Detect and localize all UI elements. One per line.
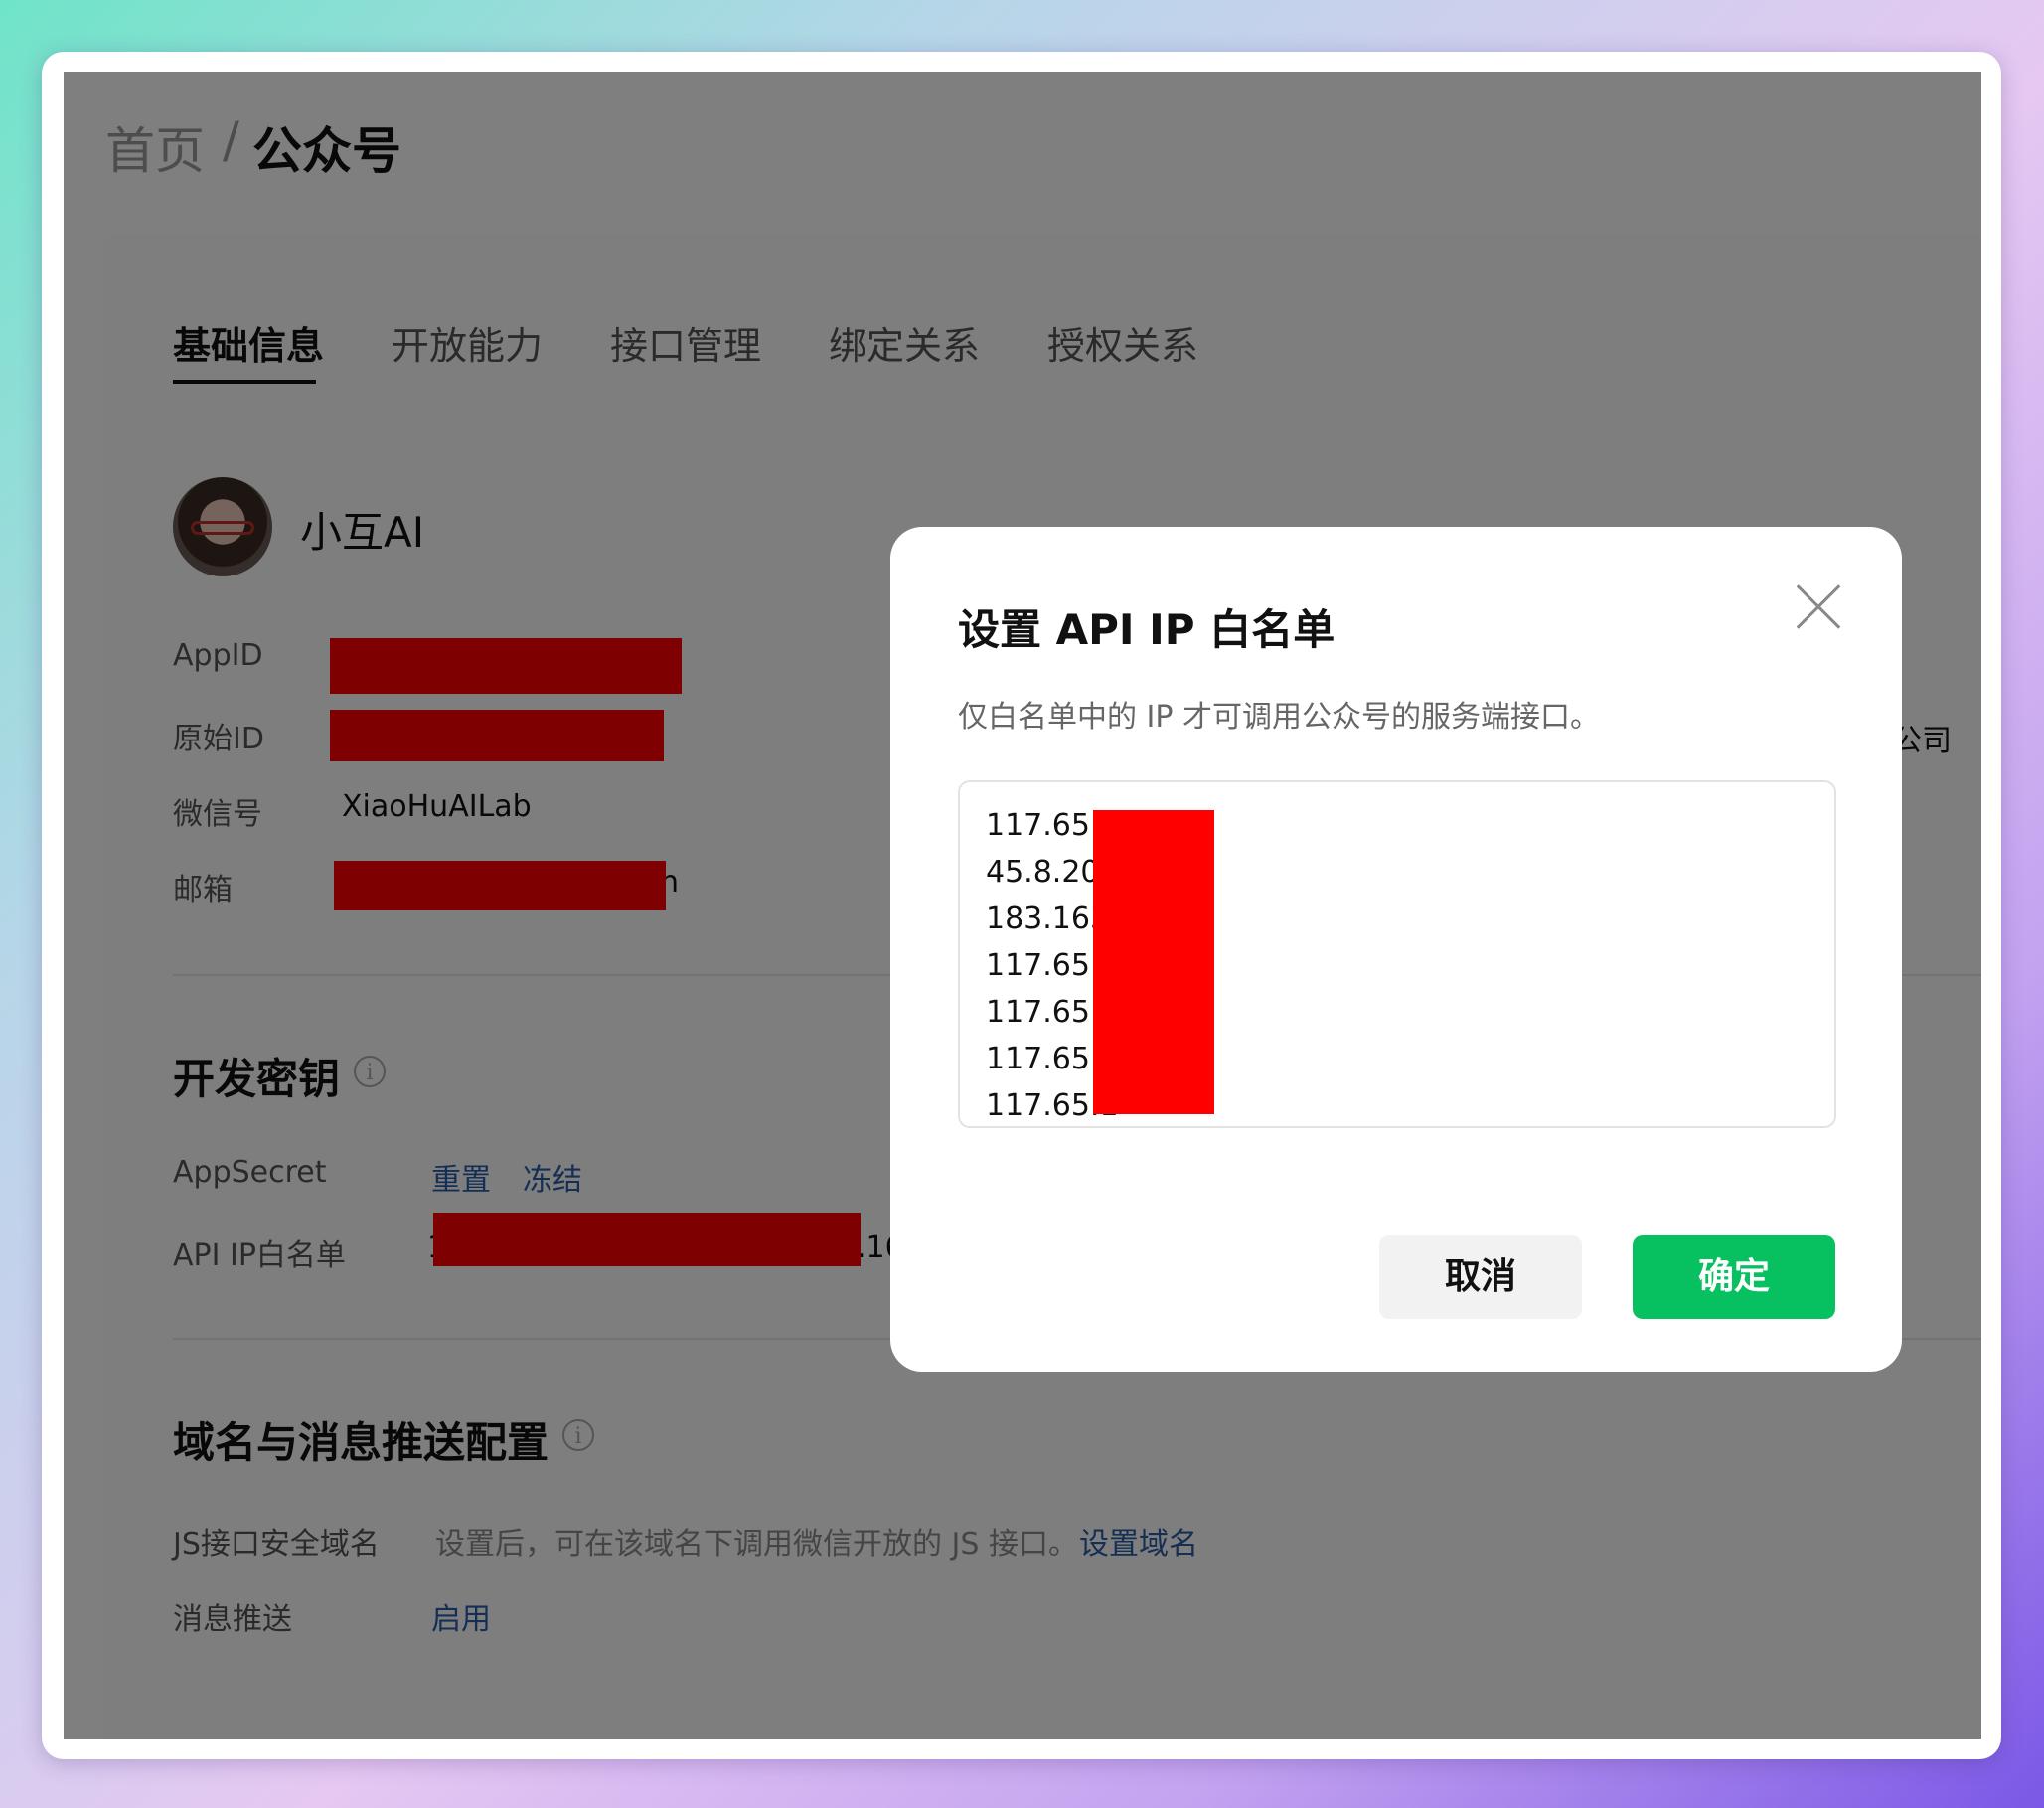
app-screen: 首页 / 公众号 基础信息 开放能力 接口管理 绑定关系 授权关系 小互AI A…	[64, 72, 1981, 1739]
ip-whitelist-textarea[interactable]: 117.65.1 45.8.20 183.163 117.65.1 117.65…	[958, 780, 1836, 1128]
cancel-button[interactable]: 取消	[1379, 1235, 1582, 1319]
ip-redaction	[1093, 810, 1214, 1114]
dialog-description: 仅白名单中的 IP 才可调用公众号的服务端接口。	[958, 700, 1601, 735]
ip-line: 183.163	[986, 902, 1110, 936]
close-icon[interactable]	[1795, 582, 1842, 630]
dialog-title: 设置 API IP 白名单	[958, 605, 1336, 654]
ip-whitelist-dialog: 设置 API IP 白名单 仅白名单中的 IP 才可调用公众号的服务端接口。 1…	[890, 527, 1902, 1372]
ip-line: 45.8.20	[986, 855, 1100, 890]
confirm-button[interactable]: 确定	[1633, 1235, 1835, 1319]
